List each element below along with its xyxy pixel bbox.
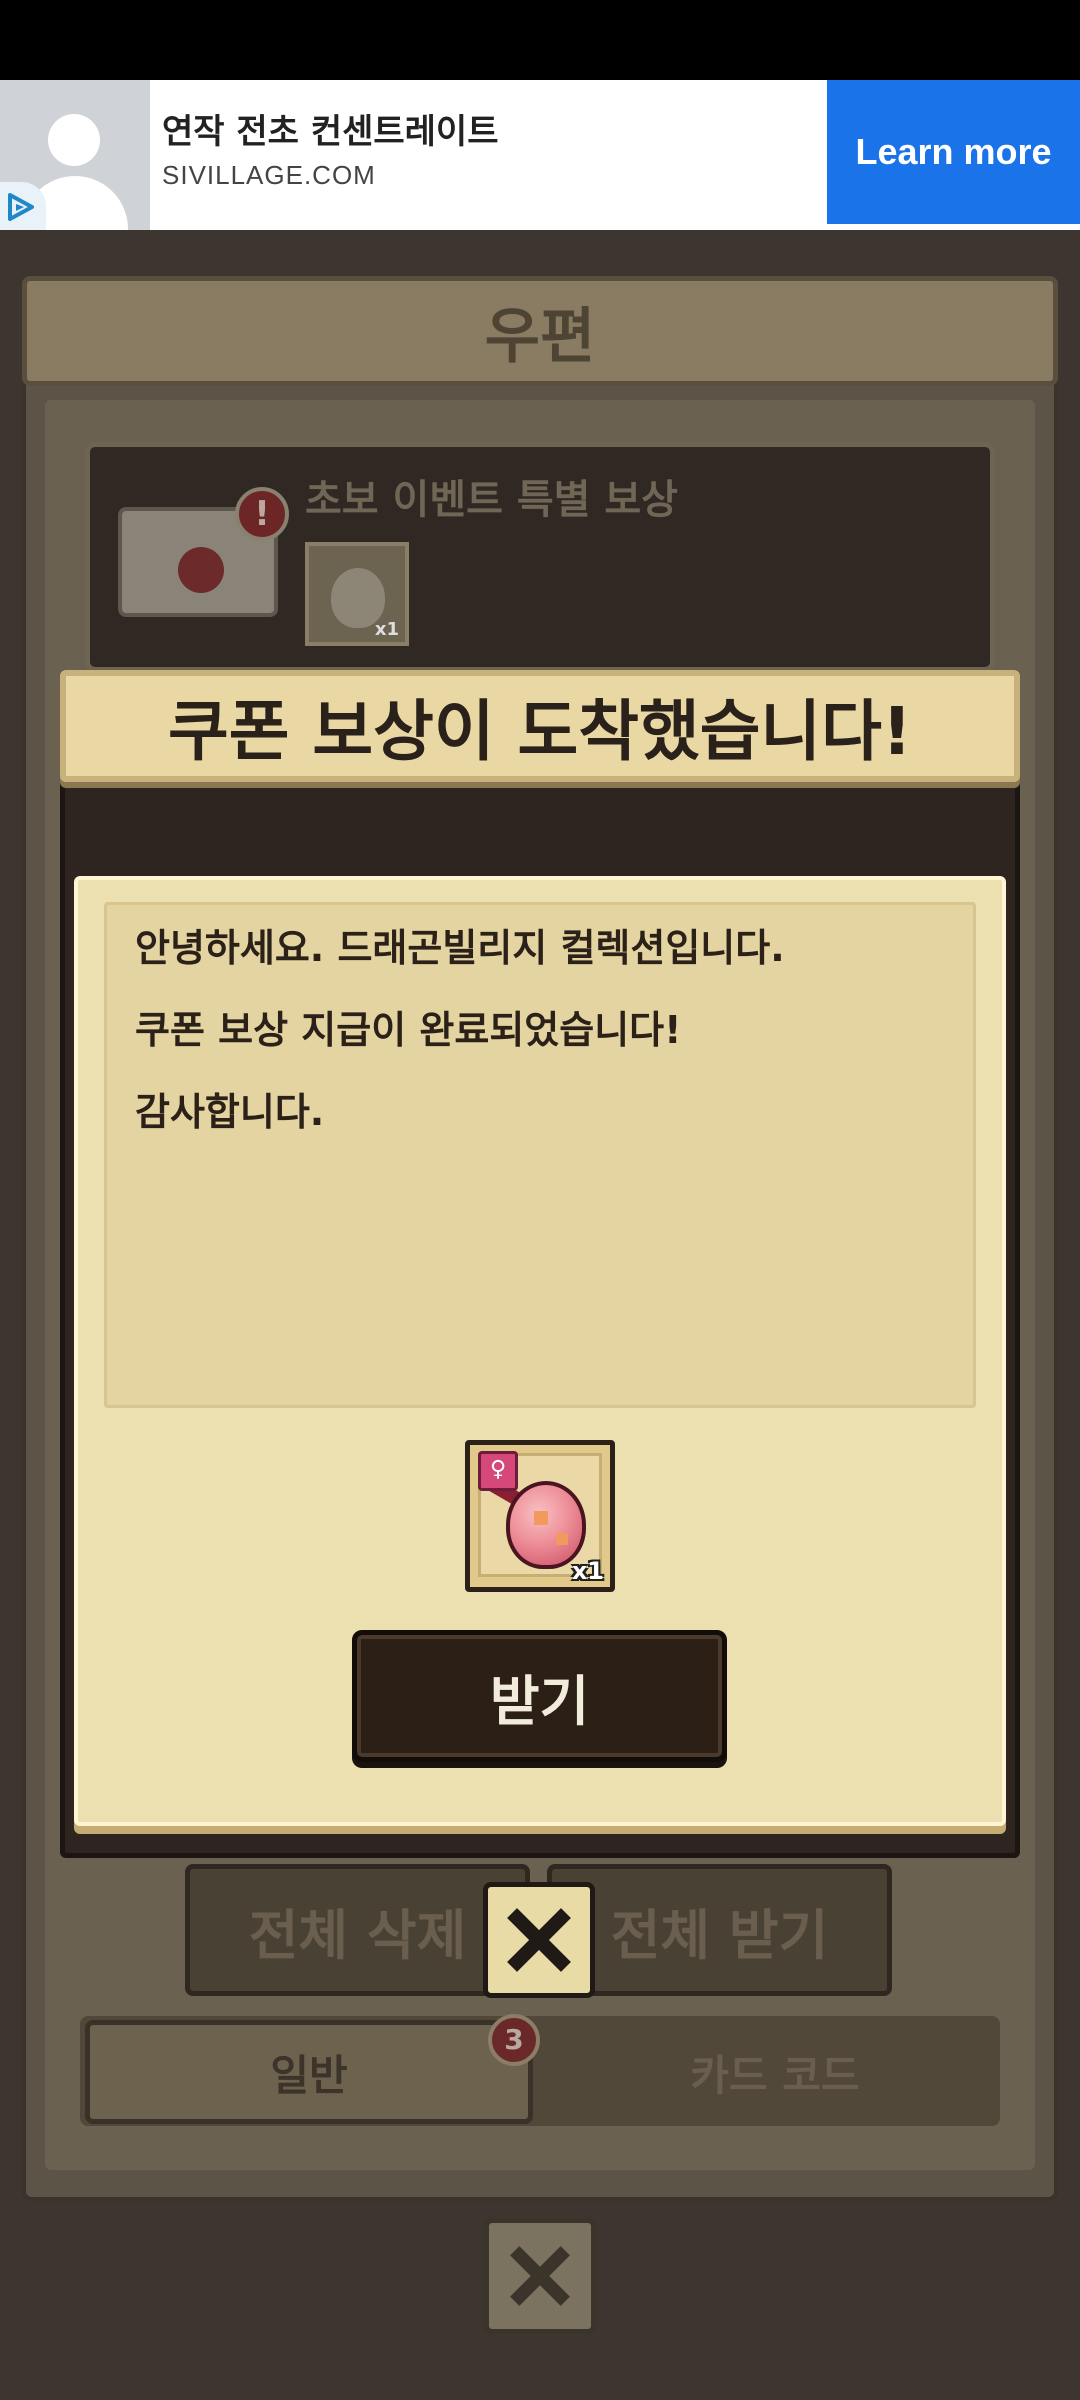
reward-qty: x1 — [571, 1557, 604, 1585]
message-line-2: 쿠폰 보상 지급이 완료되었습니다! — [135, 1008, 682, 1052]
gender-tag-icon: ♀ — [478, 1451, 518, 1491]
mail-item-title: 초보 이벤트 특별 보상 — [305, 477, 678, 523]
tab-normal[interactable]: 일반 — [85, 2020, 533, 2124]
receive-all-button[interactable]: 전체 받기 — [547, 1864, 892, 1996]
alert-icon: ! — [235, 487, 289, 541]
tab-card-code-label: 카드 코드 — [690, 2050, 860, 2100]
modal-banner: 쿠폰 보상이 도착했습니다! — [60, 670, 1020, 782]
mailbox-title: 우편 — [484, 301, 596, 372]
close-icon — [510, 2246, 570, 2306]
close-modal-button[interactable] — [483, 1882, 595, 1998]
message-line-1: 안녕하세요. 드래곤빌리지 컬렉션입니다. — [135, 926, 785, 970]
delete-all-button[interactable]: 전체 삭제 — [185, 1864, 530, 1996]
mail-item[interactable]: ! 초보 이벤트 특별 보상 x1 — [85, 442, 995, 672]
message-line-3: 감사합니다. — [135, 1090, 325, 1134]
ad-banner[interactable]: 연작 전초 컨센트레이트 SIVILLAGE.COM Learn more — [0, 80, 1080, 230]
receive-all-label: 전체 받기 — [610, 1903, 829, 1967]
receive-button-label: 받기 — [489, 1669, 590, 1733]
close-icon — [507, 1908, 571, 1972]
ad-title[interactable]: 연작 전초 컨센트레이트 — [162, 104, 498, 153]
dragon-egg-icon — [506, 1481, 586, 1569]
adchoices-icon[interactable] — [0, 182, 46, 230]
message-box: 안녕하세요. 드래곤빌리지 컬렉션입니다. 쿠폰 보상 지급이 완료되었습니다!… — [104, 902, 976, 1408]
reward-slot[interactable]: ♀ x1 — [465, 1440, 615, 1592]
close-mailbox-button[interactable] — [484, 2218, 596, 2334]
mail-reward-slot: x1 — [305, 542, 409, 646]
receive-button[interactable]: 받기 — [352, 1630, 727, 1762]
learn-more-button[interactable]: Learn more — [827, 80, 1080, 224]
mail-reward-qty: x1 — [374, 619, 399, 640]
tab-normal-label: 일반 — [270, 2050, 348, 2100]
mailbox-header: 우편 — [22, 276, 1058, 386]
tab-normal-badge: 3 — [488, 2014, 540, 2066]
delete-all-label: 전체 삭제 — [248, 1903, 467, 1967]
tab-card-code[interactable]: 카드 코드 — [560, 2020, 990, 2124]
status-bar — [0, 0, 1080, 80]
ad-domain[interactable]: SIVILLAGE.COM — [162, 160, 376, 191]
modal-title: 쿠폰 보상이 도착했습니다! — [168, 693, 912, 770]
